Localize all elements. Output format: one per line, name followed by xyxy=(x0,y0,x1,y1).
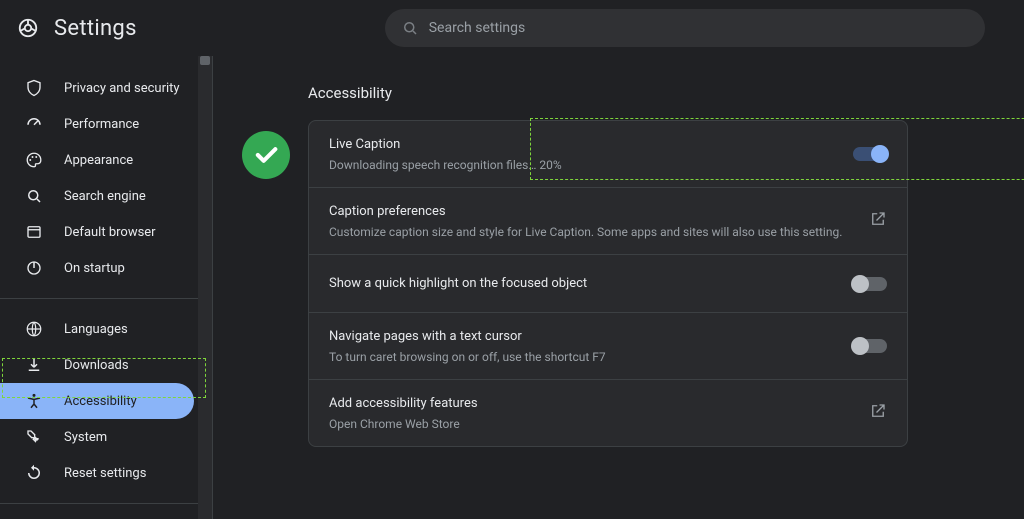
wrench-icon xyxy=(24,427,44,447)
sidebar-item-label: Reset settings xyxy=(64,466,146,481)
row-subtitle: Open Chrome Web Store xyxy=(329,416,869,432)
row-title: Live Caption xyxy=(329,135,853,155)
sidebar-item-performance[interactable]: Performance xyxy=(0,106,212,142)
row-focus-highlight[interactable]: Show a quick highlight on the focused ob… xyxy=(309,255,907,313)
row-live-caption[interactable]: Live Caption Downloading speech recognit… xyxy=(309,121,907,188)
accessibility-icon xyxy=(24,391,44,411)
sidebar-item-label: Privacy and security xyxy=(64,81,180,96)
row-title: Show a quick highlight on the focused ob… xyxy=(329,274,853,294)
sidebar-item-label: On startup xyxy=(64,261,125,276)
section-title: Accessibility xyxy=(308,84,984,102)
search-icon xyxy=(24,186,44,206)
sidebar-scrollbar[interactable]: ▲ xyxy=(198,56,212,519)
row-subtitle: Downloading speech recognition files… 20… xyxy=(329,157,853,173)
sidebar-item-on-startup[interactable]: On startup xyxy=(0,250,212,286)
row-subtitle: Customize caption size and style for Liv… xyxy=(329,224,869,240)
sidebar-item-label: Accessibility xyxy=(64,394,137,409)
sidebar-item-downloads[interactable]: Downloads xyxy=(0,347,212,383)
live-caption-toggle[interactable] xyxy=(853,147,887,161)
sidebar-item-label: System xyxy=(64,430,107,445)
sidebar-item-label: Search engine xyxy=(64,189,146,204)
chrome-logo-icon xyxy=(14,14,42,42)
sidebar-item-languages[interactable]: Languages xyxy=(0,311,212,347)
sidebar-item-search-engine[interactable]: Search engine xyxy=(0,178,212,214)
sidebar-item-privacy[interactable]: Privacy and security xyxy=(0,70,212,106)
search-input[interactable]: Search settings xyxy=(385,9,985,47)
app-title: Settings xyxy=(54,16,137,41)
power-icon xyxy=(24,258,44,278)
row-title: Add accessibility features xyxy=(329,394,869,414)
row-caption-preferences[interactable]: Caption preferences Customize caption si… xyxy=(309,188,907,255)
palette-icon xyxy=(24,150,44,170)
sidebar-item-accessibility[interactable]: Accessibility xyxy=(0,383,194,419)
row-add-features[interactable]: Add accessibility features Open Chrome W… xyxy=(309,380,907,446)
row-title: Navigate pages with a text cursor xyxy=(329,327,853,347)
speed-icon xyxy=(24,114,44,134)
search-icon xyxy=(401,19,419,37)
sidebar-item-appearance[interactable]: Appearance xyxy=(0,142,212,178)
globe-icon xyxy=(24,319,44,339)
text-cursor-toggle[interactable] xyxy=(853,339,887,353)
external-link-icon[interactable] xyxy=(869,402,887,424)
external-link-icon[interactable] xyxy=(869,210,887,232)
sidebar-item-label: Default browser xyxy=(64,225,156,240)
row-subtitle: To turn caret browsing on or off, use th… xyxy=(329,349,853,365)
row-title: Caption preferences xyxy=(329,202,869,222)
search-placeholder: Search settings xyxy=(429,20,526,36)
sidebar-item-label: Performance xyxy=(64,117,139,132)
sidebar-item-label: Appearance xyxy=(64,153,133,168)
shield-icon xyxy=(24,78,44,98)
download-icon xyxy=(24,355,44,375)
sidebar-item-label: Languages xyxy=(64,322,128,337)
accessibility-card: Live Caption Downloading speech recognit… xyxy=(308,120,908,447)
success-check-icon xyxy=(242,131,290,179)
sidebar-item-system[interactable]: System xyxy=(0,419,212,455)
restore-icon xyxy=(24,463,44,483)
sidebar-item-default-browser[interactable]: Default browser xyxy=(0,214,212,250)
sidebar-item-reset[interactable]: Reset settings xyxy=(0,455,212,491)
row-text-cursor[interactable]: Navigate pages with a text cursor To tur… xyxy=(309,313,907,380)
sidebar-item-label: Downloads xyxy=(64,358,129,373)
focus-highlight-toggle[interactable] xyxy=(853,277,887,291)
window-icon xyxy=(24,222,44,242)
